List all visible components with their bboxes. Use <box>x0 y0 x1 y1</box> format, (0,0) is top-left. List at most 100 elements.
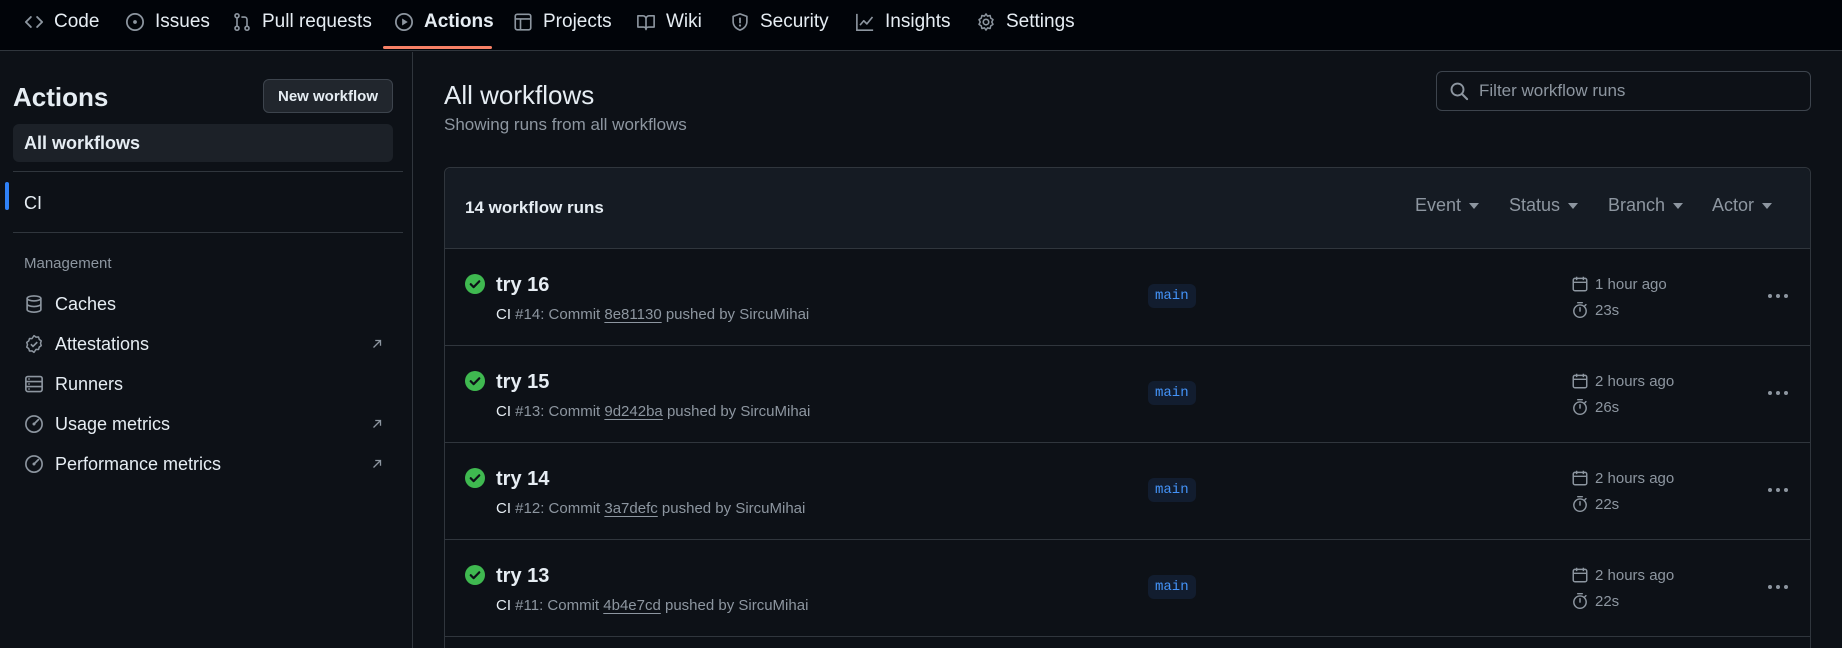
run-time: 1 hour ago <box>1571 275 1667 293</box>
check-circle-icon <box>465 274 485 294</box>
check-circle-icon <box>465 565 485 585</box>
run-duration-value: 26s <box>1595 398 1620 416</box>
tab-label: Security <box>760 11 829 32</box>
kebab-horizontal-icon[interactable] <box>1765 283 1791 309</box>
kebab-horizontal-icon[interactable] <box>1765 477 1791 503</box>
sidebar-item-all-workflows[interactable]: All workflows <box>13 124 393 162</box>
sidebar-item-usage-metrics[interactable]: Usage metrics <box>24 409 384 439</box>
code-icon <box>24 16 44 28</box>
run-when: 2 hours ago <box>1595 372 1675 390</box>
run-time: 2 hours ago <box>1571 566 1674 584</box>
commit-prefix: : Commit <box>539 597 604 614</box>
workflow-run-row[interactable]: try 15 CI #13: Commit 9d242ba pushed by … <box>445 346 1810 443</box>
tab-issues[interactable]: Issues <box>117 0 218 44</box>
server-icon <box>25 375 43 393</box>
workflow-runs-list: 14 workflow runs Event Status Branch Act… <box>444 167 1811 648</box>
search-input[interactable] <box>1479 81 1799 101</box>
tab-label: Projects <box>543 11 612 32</box>
kebab-horizontal-icon[interactable] <box>1765 380 1791 406</box>
tab-code[interactable]: Code <box>16 0 107 44</box>
database-icon <box>26 295 42 313</box>
external-link-icon <box>373 459 382 468</box>
run-time: 2 hours ago <box>1571 469 1674 487</box>
workflow-run-row[interactable]: try 14 CI #12: Commit 3a7defc pushed by … <box>445 443 1810 540</box>
status-filter[interactable]: Status <box>1509 195 1579 216</box>
commit-sha-link[interactable]: 9d242ba <box>604 403 662 420</box>
stopwatch-icon <box>1573 398 1587 416</box>
run-duration-value: 23s <box>1595 301 1620 319</box>
run-title[interactable]: try 15 <box>496 371 549 394</box>
branch-label[interactable]: main <box>1148 381 1196 405</box>
run-meta: CI #13: Commit 9d242ba pushed by SircuMi… <box>496 403 810 420</box>
stopwatch-icon <box>1573 592 1587 610</box>
check-circle-icon <box>465 371 485 391</box>
calendar-icon <box>1572 567 1588 583</box>
stopwatch-icon <box>1573 495 1587 513</box>
active-tab-indicator <box>383 46 492 49</box>
verified-icon <box>26 334 42 354</box>
filter-label: Actor <box>1712 195 1755 215</box>
sidebar-item-attestations[interactable]: Attestations <box>24 329 384 359</box>
run-time: 2 hours ago <box>1571 372 1674 390</box>
tab-projects[interactable]: Projects <box>505 0 620 44</box>
sidebar-item-label: Attestations <box>55 333 150 354</box>
commit-prefix: : Commit <box>540 306 605 323</box>
run-title[interactable]: try 14 <box>496 468 549 491</box>
tab-label: Code <box>54 11 100 32</box>
pushed-by: pushed by SircuMihai <box>661 306 810 323</box>
branch-filter[interactable]: Branch <box>1608 195 1684 216</box>
tab-label: Wiki <box>666 11 702 32</box>
run-number: #12 <box>515 500 541 517</box>
calendar-icon <box>1572 276 1588 292</box>
chevron-down-icon <box>1762 202 1773 209</box>
tab-pull-requests[interactable]: Pull requests <box>224 0 380 44</box>
repo-nav: Code Issues Pull requests Actions Projec… <box>0 0 1842 51</box>
chevron-down-icon <box>1568 202 1579 209</box>
sidebar-item-caches[interactable]: Caches <box>24 289 384 319</box>
commit-prefix: : Commit <box>540 500 605 517</box>
filter-label: Event <box>1415 195 1462 215</box>
run-number: #14 <box>515 306 541 323</box>
run-number: #13 <box>515 403 541 420</box>
commit-sha-link[interactable]: 8e81130 <box>604 306 661 323</box>
run-workflow: CI <box>496 403 511 420</box>
stopwatch-icon <box>1573 301 1587 319</box>
branch-label[interactable]: main <box>1148 478 1196 502</box>
run-when: 2 hours ago <box>1595 469 1675 487</box>
tab-label: Insights <box>885 11 951 32</box>
run-workflow: CI <box>496 597 511 614</box>
pushed-by: pushed by SircuMihai <box>662 403 811 420</box>
branch-label[interactable]: main <box>1148 284 1196 308</box>
run-title[interactable]: try 16 <box>496 274 549 297</box>
workflow-run-row[interactable]: try 16 CI #14: Commit 8e81130 pushed by … <box>445 249 1810 346</box>
graph-icon <box>856 13 874 31</box>
external-link-icon <box>373 339 382 348</box>
tab-settings[interactable]: Settings <box>968 0 1083 44</box>
new-workflow-button[interactable]: New workflow <box>263 79 393 113</box>
meter-icon <box>25 455 43 473</box>
filter-runs-search[interactable] <box>1436 71 1811 111</box>
calendar-icon <box>1572 373 1588 389</box>
commit-sha-link[interactable]: 3a7defc <box>604 500 657 517</box>
sidebar-item-label: Caches <box>55 293 117 314</box>
sidebar-item-runners[interactable]: Runners <box>24 369 384 399</box>
branch-label[interactable]: main <box>1148 575 1196 599</box>
commit-sha-link[interactable]: 4b4e7cd <box>603 597 661 614</box>
run-duration: 26s <box>1571 398 1619 416</box>
tab-actions[interactable]: Actions <box>386 0 502 44</box>
sidebar-item-ci[interactable]: CI <box>13 184 393 222</box>
sidebar-item-performance-metrics[interactable]: Performance metrics <box>24 449 384 479</box>
run-duration: 22s <box>1571 592 1619 610</box>
event-filter[interactable]: Event <box>1415 195 1480 216</box>
run-duration-value: 22s <box>1595 592 1620 610</box>
tab-wiki[interactable]: Wiki <box>628 0 710 44</box>
tab-insights[interactable]: Insights <box>847 0 958 44</box>
workflow-run-row[interactable]: try 13 CI #11: Commit 4b4e7cd pushed by … <box>445 540 1810 637</box>
actor-filter[interactable]: Actor <box>1712 195 1773 216</box>
run-title[interactable]: try 13 <box>496 565 549 588</box>
tab-security[interactable]: Security <box>722 0 837 44</box>
run-workflow: CI <box>496 500 511 517</box>
shield-icon <box>732 13 748 31</box>
run-duration-value: 22s <box>1595 495 1620 513</box>
kebab-horizontal-icon[interactable] <box>1765 574 1791 600</box>
